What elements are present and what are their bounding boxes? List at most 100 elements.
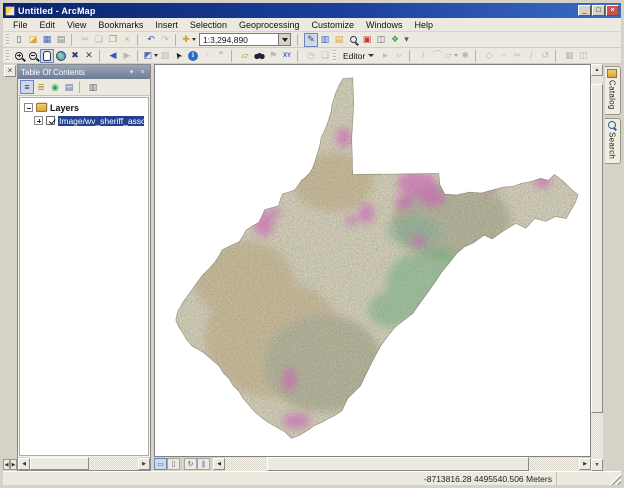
full-extent-button[interactable]: [54, 49, 68, 63]
layer-row[interactable]: Image/wv_sheriff_associatio: [24, 114, 148, 127]
layout-view-button[interactable]: ▯: [167, 458, 180, 470]
scrollbar-thumb[interactable]: [30, 457, 90, 470]
map-scroll-right-button[interactable]: ▶: [579, 458, 591, 470]
reshape-feature-button[interactable]: ~: [496, 49, 510, 63]
expand-expander-icon[interactable]: [34, 116, 43, 125]
layers-data-frame-row[interactable]: Layers: [24, 101, 148, 114]
data-view-button[interactable]: ▭: [154, 458, 167, 470]
map-scale-combo[interactable]: 1:3,294,890: [199, 33, 291, 46]
find-button[interactable]: [252, 49, 266, 63]
scrollbar-thumb[interactable]: [591, 83, 603, 414]
menu-windows[interactable]: Windows: [360, 19, 409, 31]
zoom-out-button[interactable]: [26, 49, 40, 63]
map-scroll-left-button[interactable]: ◀: [213, 458, 225, 470]
trace-button[interactable]: ▱: [444, 49, 458, 63]
table-of-contents-window-button[interactable]: ▥: [318, 33, 332, 47]
toolbar-grip[interactable]: [6, 50, 9, 61]
tab-catalog[interactable]: Catalog: [604, 66, 621, 115]
pan-button[interactable]: [40, 48, 54, 63]
fixed-zoom-in-button[interactable]: ✖: [68, 49, 82, 63]
zoom-in-button[interactable]: [12, 49, 26, 63]
search-window-button[interactable]: [346, 33, 360, 47]
list-by-visibility-button[interactable]: ◉: [48, 80, 62, 94]
fixed-zoom-out-button[interactable]: ✕: [82, 49, 96, 63]
menu-view[interactable]: View: [61, 19, 92, 31]
title-bar[interactable]: Untitled - ArcMap _ □ ×: [3, 3, 621, 18]
scrollbar-thumb[interactable]: [267, 457, 530, 471]
redo-button[interactable]: ↷: [158, 33, 172, 47]
list-by-source-button[interactable]: ≣: [34, 80, 48, 94]
arctoolbox-window-button[interactable]: ▣: [360, 33, 374, 47]
map-scroll-up-button[interactable]: ▲: [591, 64, 603, 76]
clear-selection-button[interactable]: ▨: [158, 49, 172, 63]
toolbar-overflow-button[interactable]: ▾: [402, 33, 411, 47]
cut-button[interactable]: ✂: [78, 33, 92, 47]
list-by-drawing-order-button[interactable]: ≡: [20, 80, 34, 94]
identify-button[interactable]: i: [186, 49, 200, 63]
cut-polygons-button[interactable]: ✂: [510, 49, 524, 63]
edit-tool-button[interactable]: ▸: [378, 49, 392, 63]
modelbuilder-button[interactable]: ❖: [388, 33, 402, 47]
collapse-expander-icon[interactable]: [24, 103, 33, 112]
close-button[interactable]: ×: [606, 5, 619, 16]
html-popup-button[interactable]: ❞: [214, 49, 228, 63]
scroll-right-button[interactable]: ▶: [10, 459, 17, 470]
refresh-view-button[interactable]: ↻: [184, 458, 197, 470]
menu-customize[interactable]: Customize: [306, 19, 361, 31]
scroll-left-button[interactable]: ◀: [3, 459, 10, 470]
point-tool-button[interactable]: ✱: [458, 49, 472, 63]
toc-title-bar[interactable]: Table Of Contents ▾ ×: [18, 65, 150, 79]
minimize-button[interactable]: _: [578, 5, 591, 16]
scale-dropdown-button[interactable]: [278, 34, 290, 45]
toc-close-button[interactable]: ×: [138, 68, 147, 77]
go-forward-extent-button[interactable]: ▶: [120, 49, 134, 63]
rotate-tool-button[interactable]: ↺: [538, 49, 552, 63]
python-window-button[interactable]: ◫: [374, 33, 388, 47]
edit-vertices-button[interactable]: ◇: [482, 49, 496, 63]
paste-button[interactable]: ❒: [106, 33, 120, 47]
menu-geoprocessing[interactable]: Geoprocessing: [233, 19, 306, 31]
layer-name-selected[interactable]: Image/wv_sheriff_associatio: [58, 115, 144, 126]
go-back-extent-button[interactable]: ◀: [106, 49, 120, 63]
layer-visibility-checkbox[interactable]: [46, 116, 55, 125]
save-button[interactable]: ▦: [40, 33, 54, 47]
split-tool-button[interactable]: /: [524, 49, 538, 63]
straight-segment-button[interactable]: /: [416, 49, 430, 63]
menu-insert[interactable]: Insert: [149, 19, 184, 31]
time-slider-button[interactable]: ◷: [304, 49, 318, 63]
print-button[interactable]: ▤: [54, 33, 68, 47]
scroll-left-button[interactable]: ◀: [18, 457, 30, 470]
select-elements-button[interactable]: ➤: [172, 49, 186, 63]
docked-strip-close-button[interactable]: ×: [4, 65, 16, 77]
edit-annotation-tool-button[interactable]: ▹: [392, 49, 406, 63]
toolbar-grip[interactable]: [333, 50, 336, 61]
editor-menu-button[interactable]: Editor: [339, 49, 378, 63]
menu-selection[interactable]: Selection: [184, 19, 233, 31]
new-map-button[interactable]: ▯: [12, 33, 26, 47]
add-data-button[interactable]: ✚: [182, 33, 196, 47]
menu-help[interactable]: Help: [409, 19, 440, 31]
map-scroll-down-button[interactable]: ▼: [591, 459, 603, 471]
attributes-button[interactable]: ▦: [562, 49, 576, 63]
measure-button[interactable]: ▱: [238, 49, 252, 63]
toc-horizontal-scrollbar[interactable]: ◀ ▶: [18, 457, 150, 470]
map-vertical-scrollbar[interactable]: ▲ ▼: [591, 64, 604, 471]
editor-toolbar-toggle-button[interactable]: ✎: [304, 32, 318, 47]
resize-grip[interactable]: [608, 472, 621, 485]
maximize-button[interactable]: □: [592, 5, 605, 16]
pause-drawing-button[interactable]: ∥: [197, 458, 210, 470]
sketch-properties-button[interactable]: ◫: [576, 49, 590, 63]
hyperlink-button[interactable]: ⚡: [200, 49, 214, 63]
find-route-button[interactable]: ⚑: [266, 49, 280, 63]
map-canvas[interactable]: [154, 64, 591, 457]
endpoint-arc-button[interactable]: ⌒: [430, 49, 444, 63]
map-horizontal-scrollbar[interactable]: [225, 457, 579, 471]
toolbar-grip[interactable]: [6, 34, 9, 45]
copy-button[interactable]: ❏: [92, 33, 106, 47]
toc-pin-icon[interactable]: ▾: [127, 68, 136, 77]
go-to-xy-button[interactable]: XY: [280, 49, 294, 63]
tab-search[interactable]: Search: [604, 117, 621, 164]
create-viewer-window-button[interactable]: ❏: [318, 49, 332, 63]
list-by-selection-button[interactable]: ▤: [62, 80, 76, 94]
delete-button[interactable]: ×: [120, 33, 134, 47]
